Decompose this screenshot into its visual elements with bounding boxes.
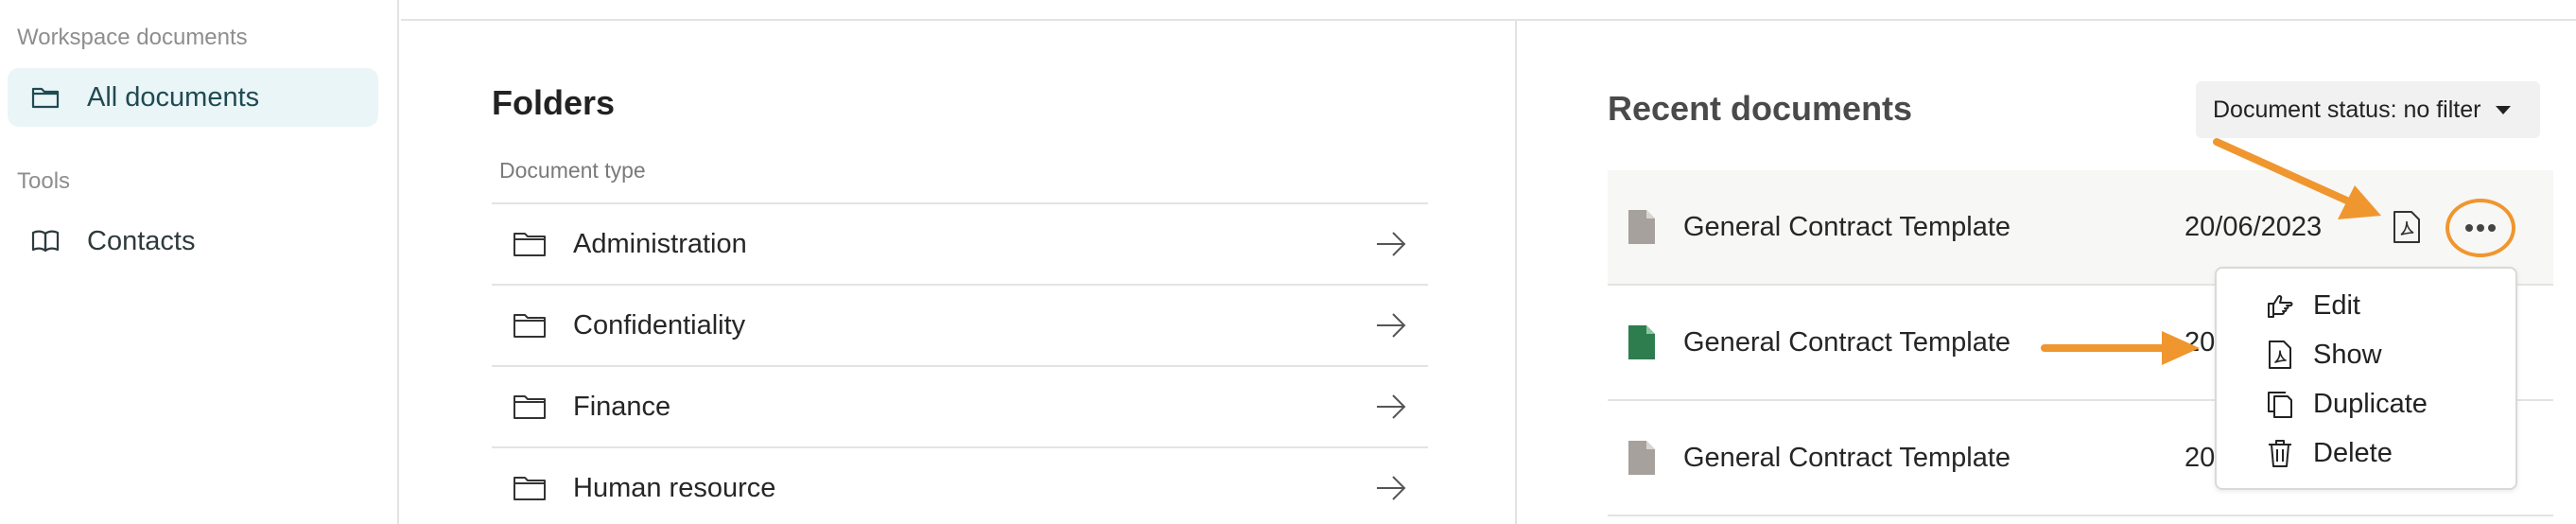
folder-icon	[513, 469, 550, 507]
sidebar-item-label: All documents	[87, 81, 260, 113]
folder-row-human-resource[interactable]: Human resource	[492, 446, 1428, 524]
document-status-filter[interactable]: Document status: no filter	[2196, 81, 2540, 138]
document-date: 20	[2184, 326, 2216, 358]
more-actions-button[interactable]	[2445, 199, 2515, 257]
folder-icon	[513, 306, 550, 344]
status-filter-label: Document status: no filter	[2213, 96, 2481, 123]
file-icon	[1628, 441, 1655, 475]
actions-menu: Edit Show Duplicate Delete	[2215, 267, 2517, 490]
document-name: General Contract Template	[1683, 326, 2011, 358]
recent-documents-title: Recent documents	[1608, 89, 1913, 128]
pdf-icon[interactable]	[2393, 210, 2421, 244]
arrow-right-icon[interactable]	[1375, 390, 1409, 424]
folder-icon	[28, 80, 62, 114]
document-date: 20/06/2023	[2184, 211, 2323, 242]
document-name: General Contract Template	[1683, 211, 2011, 242]
hand-pointing-icon	[2264, 289, 2296, 322]
sidebar-section-workspace: Workspace documents	[17, 25, 248, 50]
menu-item-label: Duplicate	[2313, 388, 2428, 419]
file-icon	[1628, 325, 1655, 359]
book-icon	[28, 224, 62, 258]
menu-item-label: Edit	[2313, 289, 2360, 321]
folder-row-confidentiality[interactable]: Confidentiality	[492, 284, 1428, 365]
menu-item-show[interactable]: Show	[2264, 339, 2382, 371]
sidebar: Workspace documents All documents Tools …	[0, 0, 399, 524]
folder-row-administration[interactable]: Administration	[492, 202, 1428, 284]
copy-icon	[2264, 388, 2296, 420]
folder-icon	[513, 388, 550, 426]
document-date: 20	[2184, 442, 2216, 473]
folder-icon	[513, 225, 550, 263]
folder-list: Administration Confidentiality Finance H…	[492, 202, 1428, 524]
folder-name: Confidentiality	[573, 309, 746, 341]
caret-down-icon	[2496, 105, 2512, 114]
menu-item-duplicate[interactable]: Duplicate	[2264, 388, 2428, 420]
file-icon	[1628, 210, 1655, 244]
arrow-right-icon[interactable]	[1375, 471, 1409, 505]
folder-name: Human resource	[573, 472, 776, 503]
menu-item-label: Delete	[2313, 437, 2393, 468]
document-name: General Contract Template	[1683, 442, 2011, 473]
folder-row-finance[interactable]: Finance	[492, 365, 1428, 446]
arrow-right-icon[interactable]	[1375, 227, 1409, 261]
trash-icon	[2264, 437, 2296, 469]
arrow-right-icon[interactable]	[1375, 308, 1409, 342]
folder-name: Finance	[573, 391, 671, 422]
folders-panel: Folders Document type Administration Con…	[401, 21, 1517, 524]
folder-name: Administration	[573, 228, 747, 259]
folders-title: Folders	[492, 83, 616, 122]
more-dot	[2477, 224, 2484, 232]
document-type-label: Document type	[499, 158, 646, 183]
sidebar-item-all-documents[interactable]: All documents	[8, 68, 378, 127]
menu-item-label: Show	[2313, 339, 2382, 370]
more-dot	[2488, 224, 2496, 232]
sidebar-section-tools: Tools	[17, 168, 71, 194]
more-dot	[2465, 224, 2473, 232]
sidebar-item-label: Contacts	[87, 225, 196, 256]
app-root: Workspace documents All documents Tools …	[0, 0, 2576, 524]
menu-item-edit[interactable]: Edit	[2264, 289, 2360, 322]
sidebar-item-contacts[interactable]: Contacts	[8, 212, 378, 271]
menu-item-delete[interactable]: Delete	[2264, 437, 2393, 469]
pdf-icon	[2264, 339, 2296, 371]
